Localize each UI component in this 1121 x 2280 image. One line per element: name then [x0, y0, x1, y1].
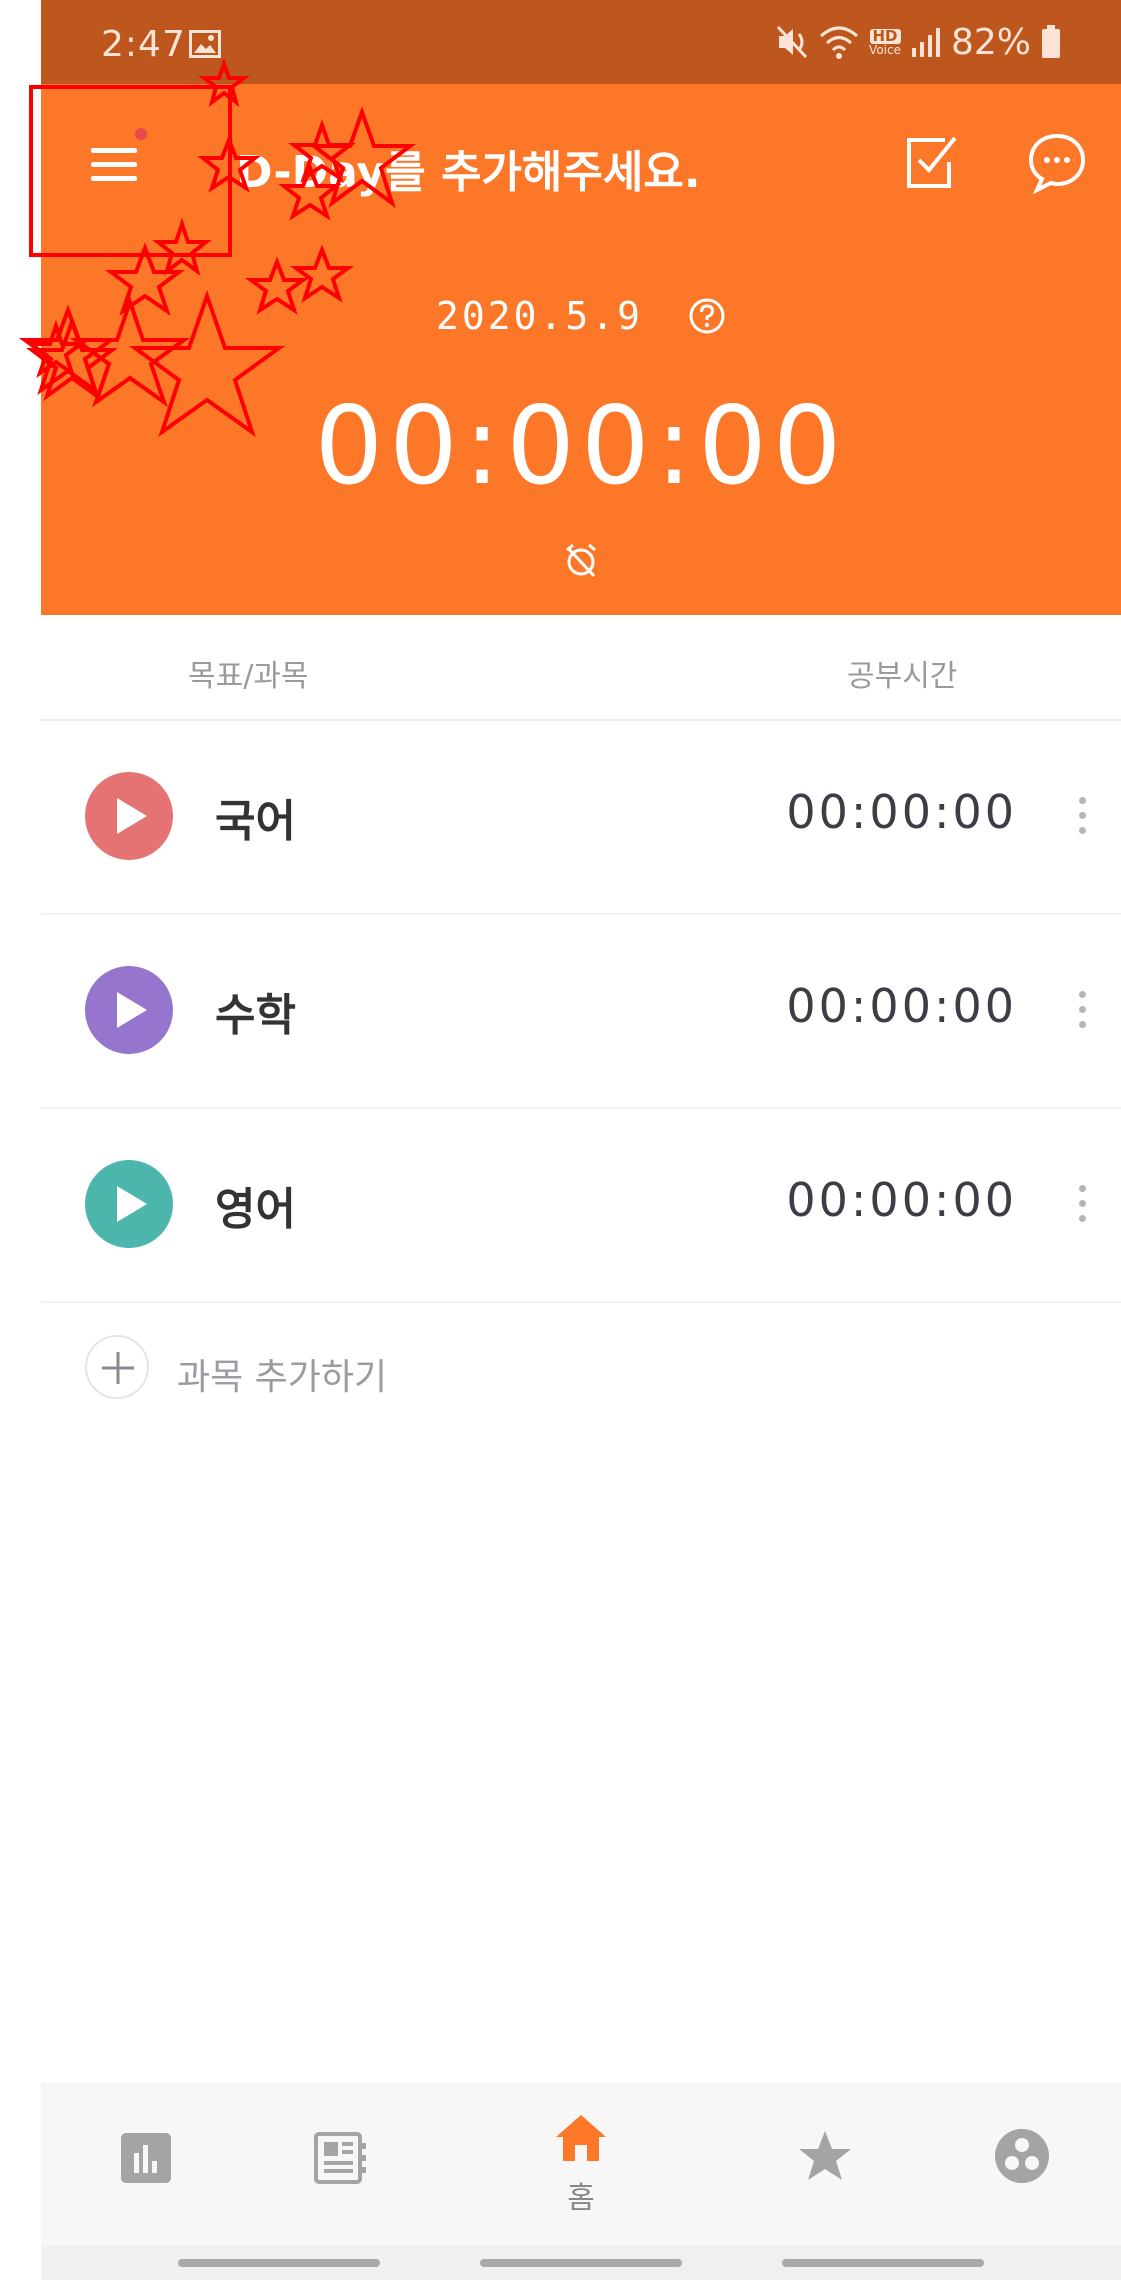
more-options-icon[interactable]: [1077, 1185, 1087, 1223]
add-subject-label: 과목 추가하기: [177, 1357, 388, 1398]
more-options-icon[interactable]: [1077, 991, 1087, 1029]
nav-planner[interactable]: [281, 2083, 401, 2245]
play-button[interactable]: [85, 1160, 173, 1248]
play-icon: [117, 798, 147, 834]
subject-name: 영어: [215, 1184, 296, 1235]
today-date: 2020.5.9: [435, 294, 643, 338]
gesture-pill-center[interactable]: [480, 2259, 682, 2267]
alarm-off-icon[interactable]: [563, 542, 599, 578]
total-study-timer: 00:00:00: [314, 384, 848, 509]
star-icon: [799, 2131, 851, 2180]
chat-icon[interactable]: [1025, 130, 1089, 194]
app-screen: 2:47 HD Voice 82% D-Day를 추가해주세요. 2020.5.…: [41, 0, 1121, 2280]
play-icon: [117, 992, 147, 1028]
wifi-icon: [820, 26, 859, 59]
battery-percent: 82%: [950, 21, 1031, 63]
menu-icon: [91, 148, 137, 153]
subject-row[interactable]: 수학 00:00:00: [41, 913, 1121, 1109]
subject-row[interactable]: 영어 00:00:00: [41, 1107, 1121, 1303]
gesture-pill-left[interactable]: [178, 2259, 380, 2267]
menu-button[interactable]: [81, 134, 147, 194]
play-button[interactable]: [85, 772, 173, 860]
nav-group[interactable]: [961, 2083, 1081, 2245]
nav-favorites[interactable]: [767, 2083, 883, 2245]
subject-name: 국어: [215, 796, 296, 847]
gallery-icon: [189, 30, 221, 58]
help-icon[interactable]: [688, 297, 726, 335]
play-button[interactable]: [85, 966, 173, 1054]
add-subject-button[interactable]: 과목 추가하기: [41, 1304, 1121, 1434]
gesture-navigation-bar: [41, 2245, 1121, 2280]
status-bar: 2:47 HD Voice 82%: [41, 0, 1121, 84]
planner-icon: [314, 2132, 366, 2184]
subject-name: 수학: [215, 990, 296, 1041]
play-icon: [117, 1186, 147, 1222]
subject-column-label: 목표/과목: [188, 659, 309, 694]
checklist-icon[interactable]: [903, 132, 963, 192]
gesture-pill-right[interactable]: [782, 2259, 984, 2267]
nav-home[interactable]: 홈: [521, 2083, 641, 2245]
notification-dot: [135, 128, 147, 140]
timer-header: D-Day를 추가해주세요. 2020.5.9 00:00:00: [41, 84, 1121, 615]
subject-time: 00:00:00: [786, 785, 1017, 839]
nav-stats[interactable]: [95, 2083, 203, 2245]
mute-icon: [776, 25, 808, 59]
status-time: 2:47: [101, 24, 186, 65]
more-options-icon[interactable]: [1077, 797, 1087, 835]
study-time-column-label: 공부시간: [847, 659, 958, 694]
subject-time: 00:00:00: [786, 1173, 1017, 1227]
hd-label: HD: [869, 28, 901, 44]
column-header: 목표/과목 공부시간: [41, 615, 1121, 721]
voice-label: Voice: [869, 42, 901, 57]
nav-home-label: 홈: [567, 2181, 595, 2216]
home-icon: [556, 2115, 606, 2161]
menu-icon-bar-middle: [91, 162, 137, 167]
subject-row[interactable]: 국어 00:00:00: [41, 719, 1121, 915]
group-icon: [995, 2129, 1049, 2183]
hd-voice-icon: HD Voice: [869, 28, 901, 57]
menu-icon-bar-bottom: [91, 176, 137, 181]
subject-time: 00:00:00: [786, 979, 1017, 1033]
stats-icon: [121, 2133, 171, 2183]
add-icon: [85, 1335, 149, 1399]
battery-icon: [1042, 25, 1060, 58]
status-indicators: HD Voice 82%: [775, 21, 1061, 63]
dday-title[interactable]: D-Day를 추가해주세요.: [236, 136, 701, 200]
date-row: 2020.5.9: [41, 294, 1121, 338]
bottom-navigation: 홈: [41, 2083, 1121, 2245]
signal-icon: [911, 28, 940, 57]
